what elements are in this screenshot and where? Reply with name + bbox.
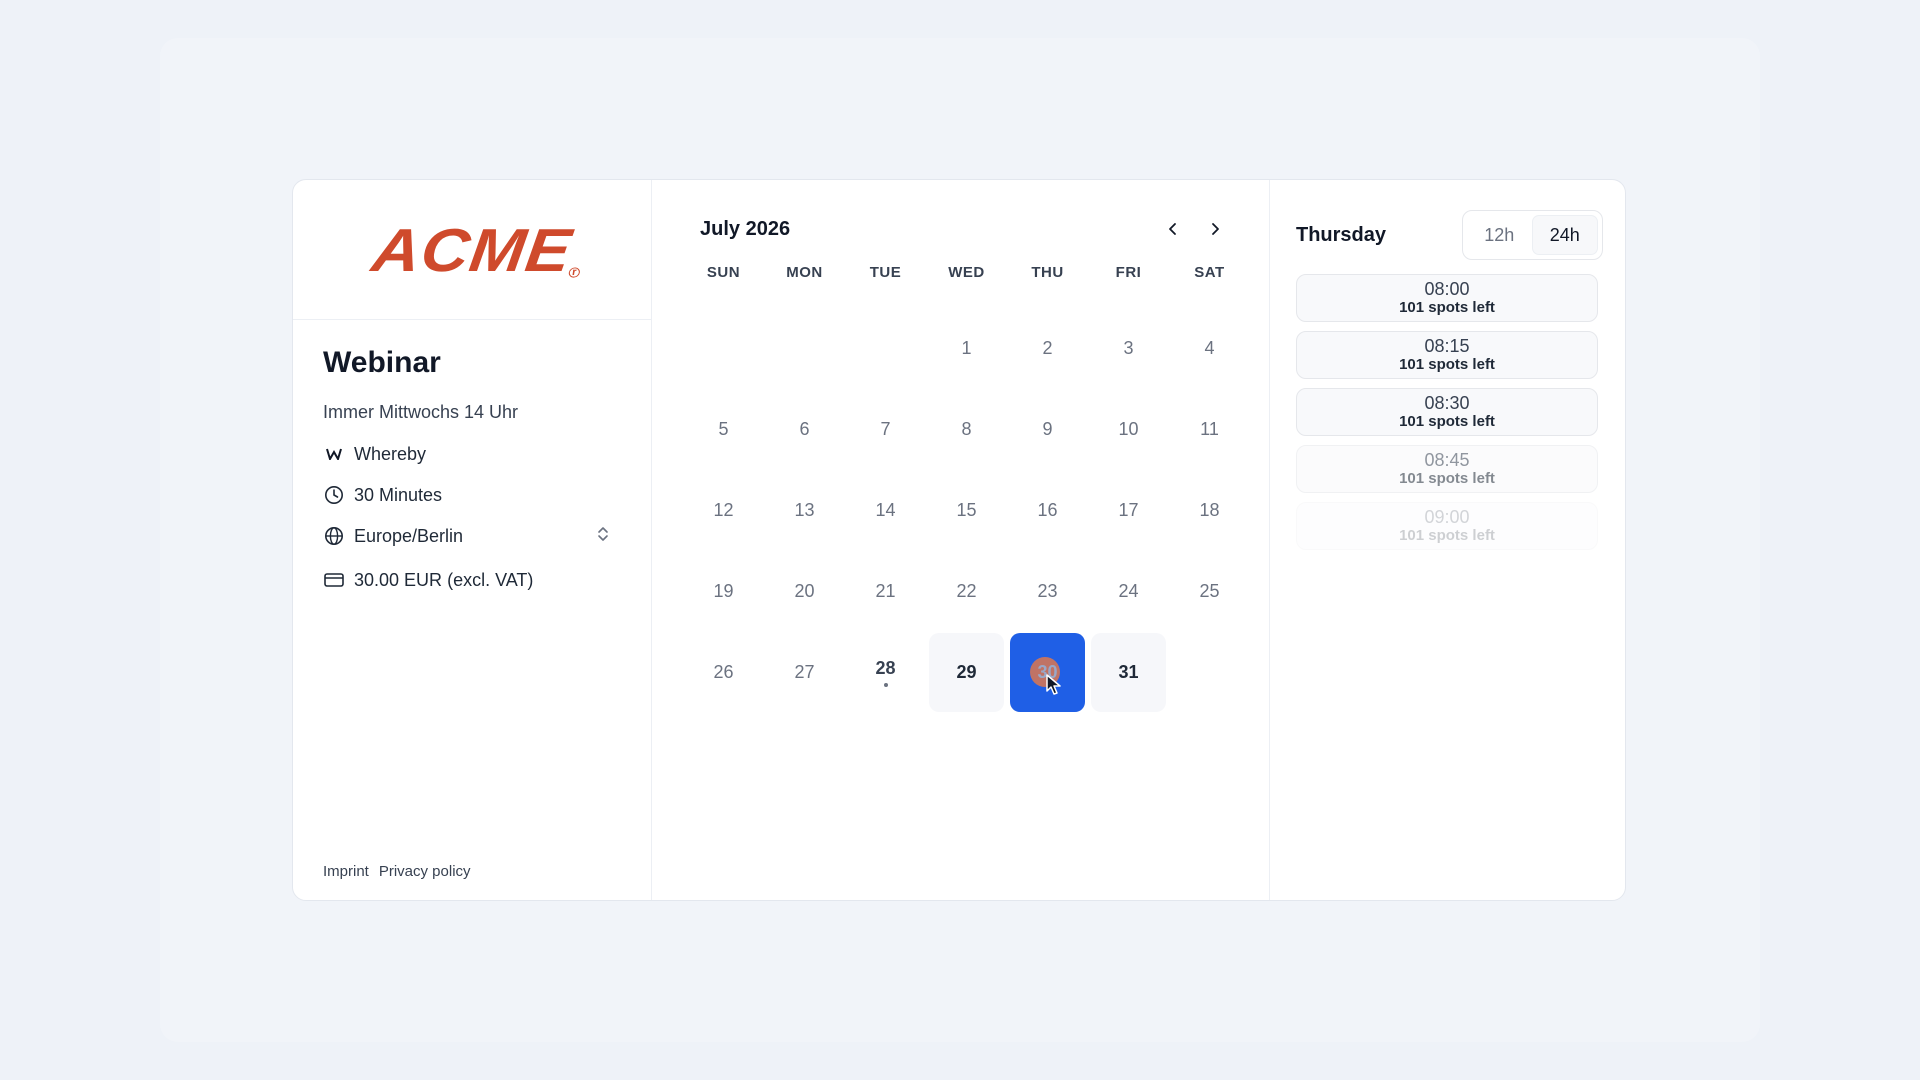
calendar-day: 21 <box>875 581 896 601</box>
slot-time: 08:15 <box>1424 336 1470 356</box>
calendar-day: 26 <box>713 662 734 682</box>
empty-cell <box>683 308 764 389</box>
time-slot[interactable]: 08:15 101 spots left <box>1296 331 1598 379</box>
time-slot[interactable]: 08:30 101 spots left <box>1296 388 1598 436</box>
empty-cell <box>764 308 845 389</box>
slot-time: 08:00 <box>1424 279 1470 299</box>
event-info-panel: ACME r Webinar Immer Mittwochs 14 Uhr Whe… <box>293 180 652 900</box>
weekday-label: FRI <box>1115 264 1142 281</box>
slot-spots: 101 spots left <box>1399 413 1495 430</box>
chevron-left-icon <box>1169 223 1176 235</box>
weekday-label: THU <box>1031 264 1064 281</box>
chevron-right-icon <box>1212 223 1219 235</box>
time-slot[interactable]: 08:00 101 spots left <box>1296 274 1598 322</box>
logo-area: ACME r <box>293 180 651 320</box>
calendar-day: 12 <box>713 500 734 520</box>
calendar-day-selected[interactable]: 30 <box>1010 633 1085 712</box>
footer-links: Imprint Privacy policy <box>323 863 471 880</box>
slot-spots: 101 spots left <box>1399 299 1495 316</box>
booking-card: ACME r Webinar Immer Mittwochs 14 Uhr Whe… <box>292 179 1626 901</box>
time-format-toggle: 12h 24h <box>1462 210 1603 260</box>
calendar-day: 2 <box>1042 338 1053 358</box>
format-12h-button[interactable]: 12h <box>1467 215 1532 255</box>
calendar-day: 16 <box>1037 500 1058 520</box>
calendar-day: 18 <box>1199 500 1220 520</box>
calendar-day: 1 <box>961 338 972 358</box>
event-description: Immer Mittwochs 14 Uhr <box>323 402 519 422</box>
selected-weekday: Thursday <box>1296 223 1387 246</box>
platform-label: Whereby <box>354 443 427 464</box>
calendar-day-today: 28 <box>848 633 923 712</box>
day-number: 28 <box>875 658 896 678</box>
credit-card-icon <box>323 569 345 591</box>
calendar-day: 5 <box>718 419 729 439</box>
calendar-day-available[interactable]: 31 <box>1091 633 1166 712</box>
month-label: July 2026 <box>700 217 791 240</box>
calendar-day: 8 <box>961 419 972 439</box>
calendar-day: 23 <box>1037 581 1058 601</box>
time-slot-panel: Thursday 12h 24h 08:00 101 spots left 08… <box>1270 180 1625 900</box>
chevron-up-down-icon <box>597 525 609 548</box>
event-platform: Whereby <box>323 443 621 465</box>
calendar-day: 4 <box>1204 338 1215 358</box>
calendar-day: 27 <box>794 662 815 682</box>
format-24h-button[interactable]: 24h <box>1531 215 1598 255</box>
price-note: (excl. VAT) <box>447 569 534 590</box>
timezone-select[interactable]: Europe/Berlin <box>323 525 621 547</box>
calendar-day: 24 <box>1118 581 1139 601</box>
next-month-button[interactable] <box>1205 219 1225 239</box>
calendar-day: 6 <box>799 419 810 439</box>
privacy-policy-link[interactable]: Privacy policy <box>379 863 471 880</box>
slot-time: 08:45 <box>1424 450 1470 470</box>
calendar-day-available[interactable]: 29 <box>929 633 1004 712</box>
time-slot[interactable]: 09:00 101 spots left <box>1296 502 1598 550</box>
weekday-label: SUN <box>706 264 741 281</box>
event-price: 30.00 EUR (excl. VAT) <box>323 569 621 591</box>
calendar-day: 25 <box>1199 581 1220 601</box>
duration-label: 30 Minutes <box>354 484 443 505</box>
calendar-day: 3 <box>1123 338 1134 358</box>
previous-month-button[interactable] <box>1163 219 1183 239</box>
calendar-day: 10 <box>1118 419 1139 439</box>
slot-time: 09:00 <box>1424 507 1470 527</box>
calendar-panel: July 2026 SUN MON TUE WED THU FRI SAT 1 … <box>652 180 1270 900</box>
calendar-day: 13 <box>794 500 815 520</box>
slot-spots: 101 spots left <box>1399 470 1495 487</box>
calendar-grid: 1 2 3 4 5 6 7 8 9 10 11 12 13 14 15 16 1… <box>683 308 1239 713</box>
calendar-day: 7 <box>880 419 891 439</box>
calendar-day: 11 <box>1200 419 1219 439</box>
globe-icon <box>323 525 345 547</box>
price-label: 30.00 EUR (excl. VAT) <box>354 570 533 591</box>
registered-mark-icon: r <box>568 266 581 278</box>
weekday-label: WED <box>948 264 985 281</box>
calendar-day: 15 <box>956 500 977 520</box>
whereby-icon <box>323 443 345 465</box>
calendar-day: 14 <box>875 500 896 520</box>
weekday-header: SUN MON TUE WED THU FRI SAT <box>683 264 1239 284</box>
calendar-day: 9 <box>1042 419 1053 439</box>
calendar-day: 17 <box>1118 500 1139 520</box>
calendar-day: 20 <box>794 581 815 601</box>
time-slot[interactable]: 08:45 101 spots left <box>1296 445 1598 493</box>
slot-spots: 101 spots left <box>1399 527 1495 544</box>
empty-cell <box>845 308 926 389</box>
today-dot-icon <box>883 683 888 687</box>
clock-icon <box>323 484 345 506</box>
imprint-link[interactable]: Imprint <box>323 863 369 880</box>
weekday-label: TUE <box>869 264 902 281</box>
slot-spots: 101 spots left <box>1399 356 1495 373</box>
mouse-cursor-icon <box>1046 674 1061 695</box>
time-slot-list: 08:00 101 spots left 08:15 101 spots lef… <box>1296 274 1598 550</box>
calendar-day: 19 <box>713 581 734 601</box>
acme-logo: ACME r <box>368 215 581 285</box>
calendar-day: 22 <box>956 581 977 601</box>
timezone-label: Europe/Berlin <box>354 525 464 546</box>
weekday-label: MON <box>786 264 823 281</box>
event-duration: 30 Minutes <box>323 484 621 506</box>
weekday-label: SAT <box>1194 264 1225 281</box>
slot-time: 08:30 <box>1424 393 1470 413</box>
price-value: 30.00 EUR <box>354 569 443 590</box>
event-title: Webinar <box>323 346 441 379</box>
